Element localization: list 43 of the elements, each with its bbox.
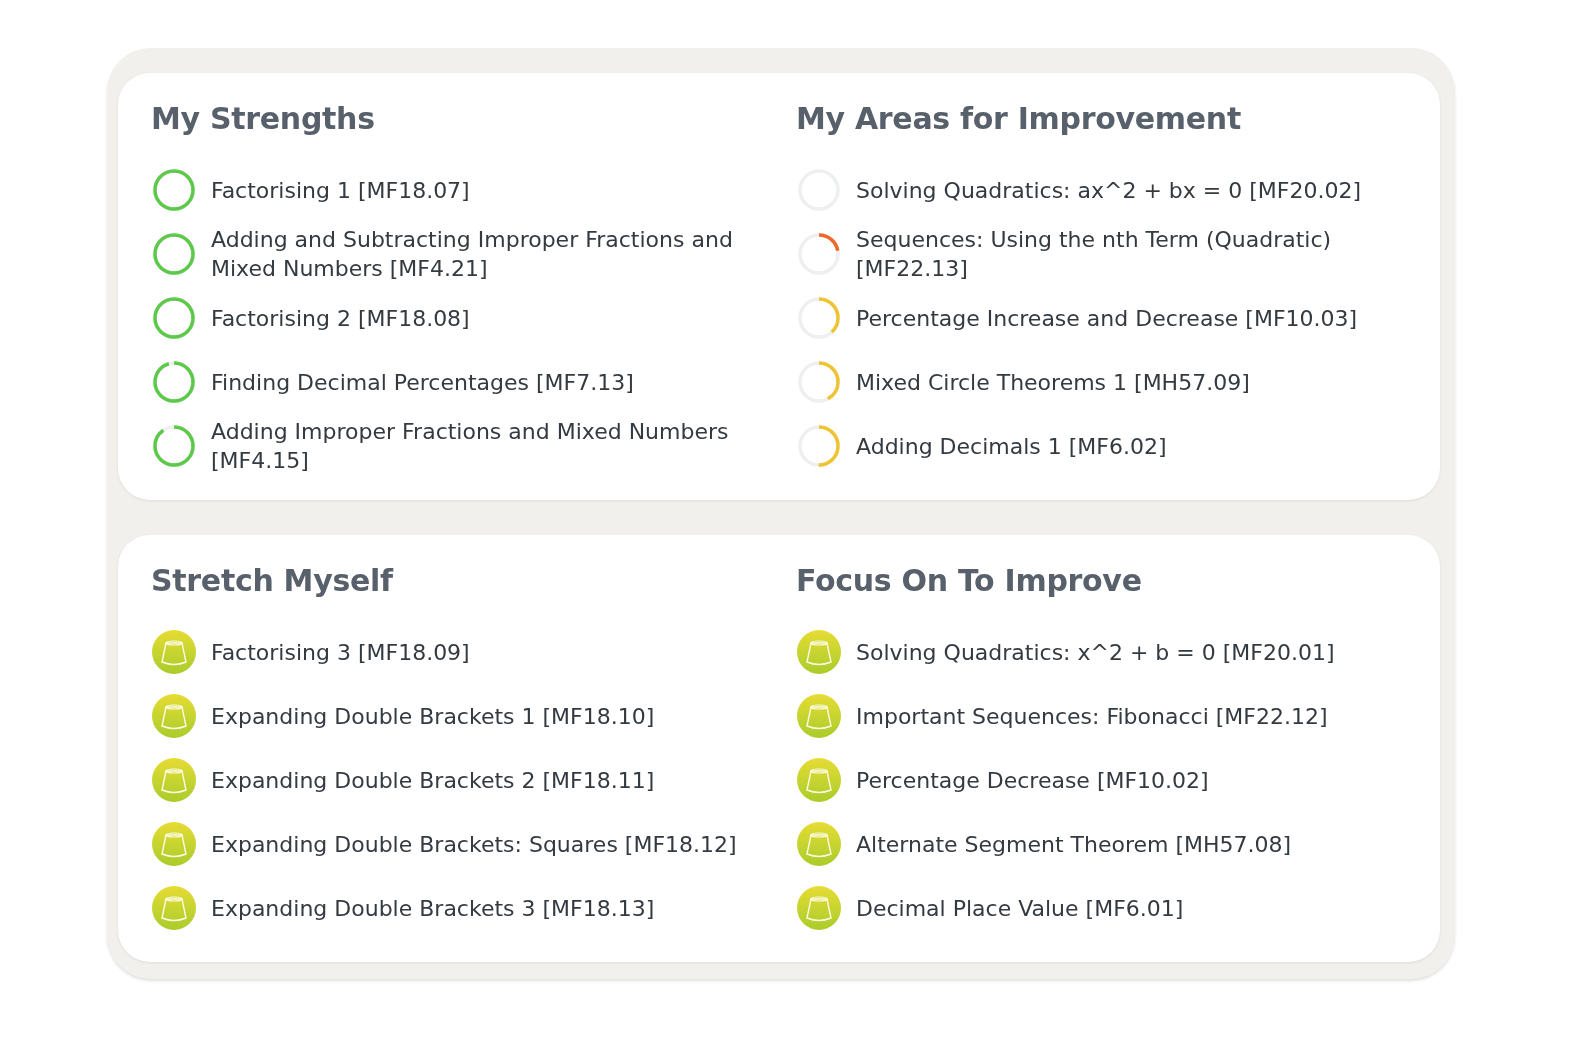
topic-label: Adding Improper Fractions and Mixed Numbers [MF4.15]	[211, 418, 730, 475]
topic-label: Expanding Double Brackets 3 [MF18.13]	[211, 894, 655, 923]
cup-badge-icon	[151, 757, 197, 803]
cup-badge-icon	[796, 629, 842, 675]
topic-label: Decimal Place Value [MF6.01]	[856, 894, 1184, 923]
cup-badge-icon	[796, 757, 842, 803]
progress-ring-icon	[151, 359, 197, 405]
progress-ring-icon	[151, 231, 197, 277]
topic-label: Expanding Double Brackets 1 [MF18.10]	[211, 702, 655, 731]
cup-badge-icon	[796, 885, 842, 931]
cup-badge-icon	[796, 693, 842, 739]
topic-label: Adding Decimals 1 [MF6.02]	[856, 432, 1167, 461]
topic-label: Solving Quadratics: x^2 + b = 0 [MF20.01]	[856, 638, 1335, 667]
cup-badge-icon	[151, 629, 197, 675]
section-title: My Areas for Improvement	[796, 101, 1242, 136]
topic-label: Expanding Double Brackets: Squares [MF18.12]	[211, 830, 737, 859]
topic-label: Percentage Decrease [MF10.02]	[856, 766, 1209, 795]
cup-badge-icon	[151, 693, 197, 739]
cup-badge-icon	[151, 885, 197, 931]
progress-ring-icon	[796, 231, 842, 277]
topic-label: Adding and Subtracting Improper Fractions and Mixed Numbers [MF4.21]	[211, 226, 734, 283]
progress-ring-icon	[151, 423, 197, 469]
progress-ring-icon	[796, 295, 842, 341]
topic-label: Sequences: Using the nth Term (Quadratic) [MF22.13]	[856, 226, 1333, 283]
topic-label: Finding Decimal Percentages [MF7.13]	[211, 368, 634, 397]
section-title: Stretch Myself	[151, 563, 395, 598]
section-title: My Strengths	[151, 101, 376, 136]
topic-label: Expanding Double Brackets 2 [MF18.11]	[211, 766, 655, 795]
topic-label: Percentage Increase and Decrease [MF10.03]	[856, 304, 1358, 333]
section-title: Focus On To Improve	[796, 563, 1143, 598]
progress-ring-icon	[151, 295, 197, 341]
cup-badge-icon	[796, 821, 842, 867]
cup-badge-icon	[151, 821, 197, 867]
topic-label: Factorising 3 [MF18.09]	[211, 638, 470, 667]
progress-ring-icon	[796, 423, 842, 469]
topic-label: Alternate Segment Theorem [MH57.08]	[856, 830, 1292, 859]
topic-label: Factorising 2 [MF18.08]	[211, 304, 470, 333]
progress-ring-icon	[796, 359, 842, 405]
topic-label: Factorising 1 [MF18.07]	[211, 176, 470, 205]
topic-label: Important Sequences: Fibonacci [MF22.12]	[856, 702, 1328, 731]
topic-label: Solving Quadratics: ax^2 + bx = 0 [MF20.02]	[856, 176, 1362, 205]
topic-label: Mixed Circle Theorems 1 [MH57.09]	[856, 368, 1250, 397]
progress-ring-icon	[151, 167, 197, 213]
